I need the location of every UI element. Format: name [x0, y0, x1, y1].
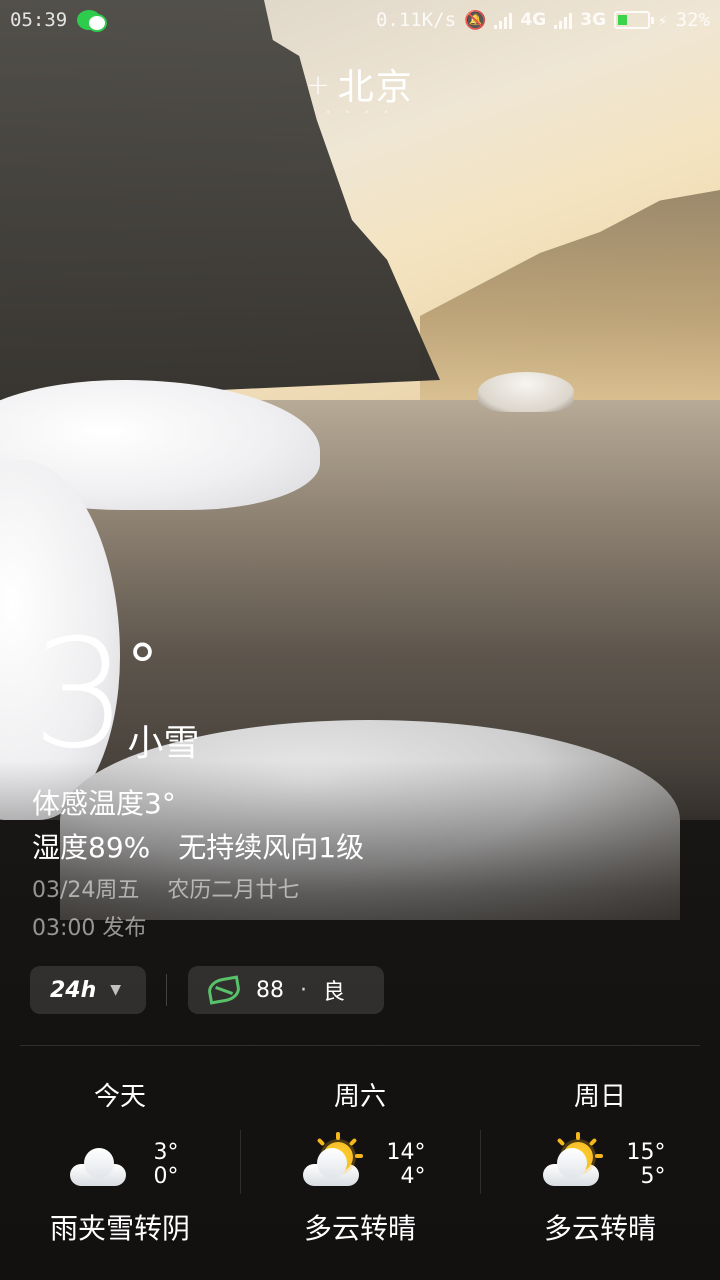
- battery-fill: [618, 15, 627, 25]
- forecast-day-saturday[interactable]: 周六 14° 4° 多云转晴: [240, 1075, 480, 1247]
- current-weather: 3 ° 小雪: [32, 620, 199, 770]
- battery-percent: 32%: [675, 9, 710, 31]
- bell-muted-icon: 🔕: [464, 9, 487, 31]
- forecast-description: 多云转晴: [303, 1212, 416, 1245]
- leaf-icon: [206, 975, 242, 1005]
- battery-icon: [614, 11, 655, 29]
- section-divider: [20, 1045, 700, 1046]
- charging-icon: ⚡: [658, 10, 668, 30]
- net-speed: 0.11K/s: [375, 9, 457, 31]
- forecast-high: 15°: [626, 1140, 666, 1165]
- cloud-icon: [62, 1140, 128, 1190]
- current-temperature: 3: [32, 608, 127, 782]
- forecast-description: 多云转晴: [543, 1212, 656, 1245]
- forecast-high: 14°: [386, 1140, 426, 1165]
- city-header: + 北京: [0, 58, 720, 110]
- hours-toggle-button[interactable]: 24h ▼: [30, 966, 146, 1014]
- city-name[interactable]: 北京: [338, 58, 414, 110]
- chevron-down-icon: ▼: [110, 982, 122, 998]
- current-condition: 小雪: [127, 723, 200, 764]
- humidity-wind-row: 湿度89% 无持续风向1级: [32, 826, 364, 866]
- page-indicator: • • • •: [325, 108, 395, 117]
- feels-like: 体感温度3°: [32, 787, 176, 820]
- network-4g: 4G: [520, 10, 547, 30]
- aqi-button[interactable]: 88 · 良: [188, 966, 384, 1014]
- forecast-high: 3°: [153, 1140, 179, 1165]
- partly-sunny-icon: [295, 1132, 363, 1190]
- wechat-icon: [77, 10, 108, 32]
- hours-label: 24h: [50, 977, 97, 1003]
- add-city-button[interactable]: +: [306, 68, 329, 101]
- date: 03/24周五: [32, 878, 140, 903]
- forecast-low: 5°: [640, 1164, 666, 1189]
- forecast-day-today[interactable]: 今天 3° 0° 雨夹雪转阴: [0, 1075, 240, 1247]
- aqi-value: 88: [256, 977, 284, 1003]
- forecast-low: 0°: [153, 1164, 179, 1189]
- partly-sunny-icon: [535, 1132, 603, 1190]
- network-3g: 3G: [580, 10, 607, 30]
- date-row: 03/24周五 农历二月廿七: [32, 872, 299, 904]
- forecast-day-name: 今天: [93, 1082, 146, 1112]
- lunar-date: 农历二月廿七: [167, 878, 300, 903]
- forecast-low: 4°: [400, 1164, 426, 1189]
- degree-symbol: °: [127, 632, 158, 702]
- aqi-level: 良: [323, 980, 346, 1005]
- divider: [166, 974, 167, 1006]
- wind: 无持续风向1级: [178, 831, 365, 864]
- signal-icon: [494, 11, 513, 29]
- humidity: 湿度89%: [32, 831, 151, 864]
- forecast-day-sunday[interactable]: 周日 15° 5° 多云转晴: [480, 1075, 720, 1247]
- signal-icon-2: [554, 11, 573, 29]
- forecast-description: 雨夹雪转阴: [49, 1212, 190, 1245]
- status-bar: 05:39 0.11K/s 🔕 4G 3G ⚡ 32%: [0, 0, 720, 40]
- forecast-day-name: 周日: [573, 1082, 626, 1112]
- status-time: 05:39: [10, 9, 68, 31]
- forecast-list: 今天 3° 0° 雨夹雪转阴 周六 14° 4° 多云转晴 周日 15° 5° …: [0, 1075, 720, 1247]
- aqi-separator: ·: [300, 977, 307, 1003]
- published-time: 03:00 发布: [32, 916, 147, 941]
- forecast-day-name: 周六: [333, 1082, 386, 1112]
